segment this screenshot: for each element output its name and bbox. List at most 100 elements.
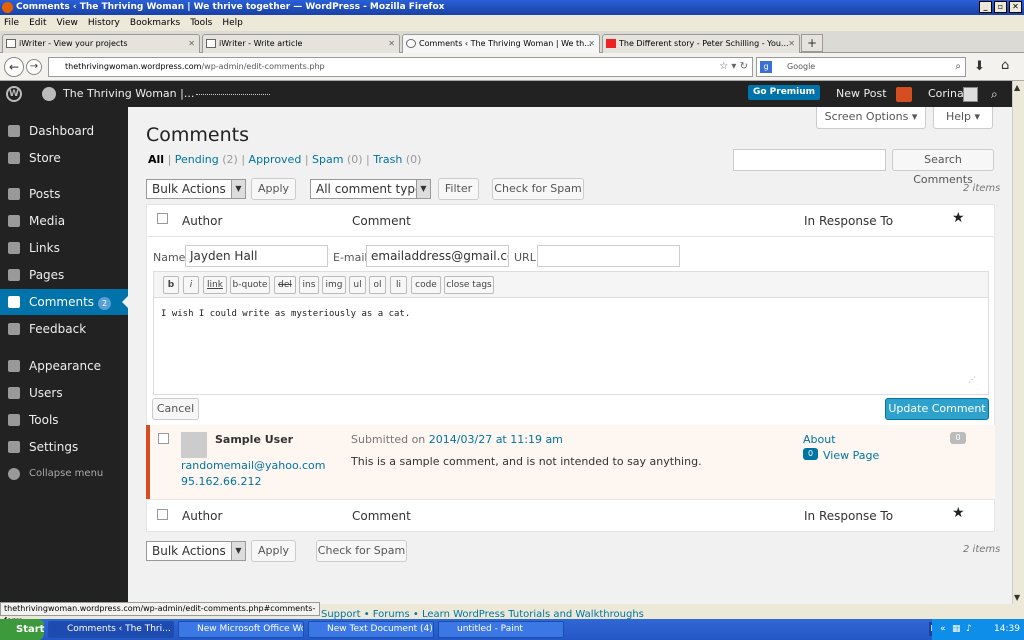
cancel-button[interactable]: Cancel xyxy=(152,398,199,420)
minimize-button[interactable]: _ xyxy=(979,1,992,13)
bulk-actions-select-top[interactable]: Bulk Actions ▼ xyxy=(146,179,246,199)
bulk-actions-select-bottom[interactable]: Bulk Actions ▼ xyxy=(146,541,246,561)
sidebar-item-settings[interactable]: Settings xyxy=(0,434,128,460)
check-spam-button-top[interactable]: Check for Spam xyxy=(492,178,584,200)
sidebar-item-feedback[interactable]: Feedback xyxy=(0,316,128,342)
network-icon[interactable]: ▦ xyxy=(952,619,961,640)
url-bar[interactable]: thethrivingwoman.wordpress.com/wp-admin/… xyxy=(48,57,753,77)
tab-comments[interactable]: Comments ‹ The Thriving Woman | We th...… xyxy=(402,34,600,53)
sidebar-item-media[interactable]: Media xyxy=(0,208,128,234)
volume-icon[interactable]: ♪ xyxy=(966,619,972,640)
download-icon[interactable]: ⬇ xyxy=(974,59,985,74)
comment-type-select[interactable]: All comment types ▼ xyxy=(310,179,431,199)
wordpress-logo-icon[interactable]: W xyxy=(6,86,22,102)
restore-button[interactable]: ▫ xyxy=(994,1,1007,13)
start-button[interactable]: Start xyxy=(0,619,44,640)
select-all-checkbox-footer[interactable] xyxy=(157,509,168,520)
qt-ins-button[interactable]: ins xyxy=(299,276,319,294)
clock[interactable]: 14:39 xyxy=(994,619,1020,640)
filter-trash[interactable]: Trash xyxy=(373,153,402,166)
name-field[interactable]: Jayden Hall xyxy=(185,245,328,267)
forward-button[interactable]: → xyxy=(26,59,42,75)
qt-bold-button[interactable]: b xyxy=(163,276,179,294)
site-name-link[interactable]: The Thriving Woman |... xyxy=(63,81,194,107)
filter-approved[interactable]: Approved xyxy=(249,153,302,166)
sidebar-item-users[interactable]: Users xyxy=(0,380,128,406)
qt-close-tags-button[interactable]: close tags xyxy=(444,276,494,294)
filter-button[interactable]: Filter xyxy=(438,178,479,200)
scroll-down-icon[interactable]: ▼ xyxy=(1014,593,1020,602)
column-author[interactable]: Author xyxy=(182,214,222,228)
qt-bquote-button[interactable]: b-quote xyxy=(230,276,270,294)
help-button[interactable]: Help ▾ xyxy=(933,107,993,129)
menu-history[interactable]: History xyxy=(88,15,120,31)
comment-textarea[interactable]: I wish I could write as mysteriously as … xyxy=(161,309,410,319)
sidebar-item-links[interactable]: Links xyxy=(0,235,128,261)
column-author-footer[interactable]: Author xyxy=(182,509,222,523)
page-scrollbar[interactable]: ▲ ▼ xyxy=(1012,81,1024,604)
search-icon[interactable]: ⌕ xyxy=(991,81,998,107)
comment-author-email[interactable]: randomemail@yahoo.com xyxy=(181,459,325,472)
new-post-link[interactable]: New Post xyxy=(836,81,887,107)
response-post-link[interactable]: About xyxy=(803,433,836,446)
new-tab-button[interactable]: + xyxy=(801,34,823,52)
taskbar-item-notepad[interactable]: New Text Document (4).... xyxy=(308,621,434,638)
select-all-checkbox[interactable] xyxy=(157,213,168,224)
taskbar-item-firefox[interactable]: Comments ‹ The Thri... xyxy=(48,621,174,638)
row-checkbox[interactable] xyxy=(158,433,169,444)
sidebar-item-posts[interactable]: Posts xyxy=(0,181,128,207)
qt-code-button[interactable]: code xyxy=(411,276,441,294)
go-premium-button[interactable]: Go Premium xyxy=(748,85,820,100)
view-page-link[interactable]: View Page xyxy=(823,449,879,462)
search-comments-input[interactable] xyxy=(733,149,886,171)
taskbar-item-paint[interactable]: untitled - Paint xyxy=(438,621,564,638)
user-avatar[interactable] xyxy=(963,87,978,102)
filter-spam[interactable]: Spam xyxy=(312,153,343,166)
filter-pending[interactable]: Pending xyxy=(175,153,219,166)
sidebar-item-store[interactable]: Store xyxy=(0,145,128,171)
search-icon[interactable]: ⌕ xyxy=(955,58,961,76)
sidebar-item-pages[interactable]: Pages xyxy=(0,262,128,288)
tab-iwriter-write[interactable]: iWriter - Write article ✕ xyxy=(202,34,400,53)
comment-author-ip[interactable]: 95.162.66.212 xyxy=(181,475,261,488)
comment-date-link[interactable]: 2014/03/27 at 11:19 am xyxy=(429,433,563,446)
qt-ol-button[interactable]: ol xyxy=(369,276,386,294)
resize-handle-icon[interactable]: ⋰ xyxy=(968,375,976,384)
close-tab-icon[interactable]: ✕ xyxy=(788,35,795,52)
close-window-button[interactable]: ✕ xyxy=(1009,1,1022,13)
sidebar-item-tools[interactable]: Tools xyxy=(0,407,128,433)
scroll-up-icon[interactable]: ▲ xyxy=(1014,83,1020,92)
menu-edit[interactable]: Edit xyxy=(29,15,46,31)
qt-img-button[interactable]: img xyxy=(322,276,346,294)
collapse-menu[interactable]: Collapse menu xyxy=(0,461,128,487)
qt-ul-button[interactable]: ul xyxy=(349,276,366,294)
screen-options-button[interactable]: Screen Options ▾ xyxy=(816,107,926,129)
check-spam-button-bottom[interactable]: Check for Spam xyxy=(316,540,407,562)
menu-bookmarks[interactable]: Bookmarks xyxy=(130,15,180,31)
home-icon[interactable]: ⌂ xyxy=(1001,58,1009,73)
sidebar-item-dashboard[interactable]: Dashboard xyxy=(0,118,128,144)
filter-all[interactable]: All xyxy=(148,153,164,166)
email-field[interactable]: emailaddress@gmail.con xyxy=(366,245,509,267)
menu-file[interactable]: File xyxy=(4,15,19,31)
column-in-response-to-footer[interactable]: In Response To xyxy=(804,509,893,523)
close-tab-icon[interactable]: ✕ xyxy=(188,35,195,52)
tray-arrows-icon[interactable]: « xyxy=(940,619,946,640)
menu-tools[interactable]: Tools xyxy=(190,15,212,31)
user-menu[interactable]: Corina xyxy=(928,81,964,107)
sidebar-item-comments[interactable]: Comments 2 xyxy=(0,289,128,315)
close-tab-icon[interactable]: ✕ xyxy=(388,35,395,52)
back-button[interactable]: ← xyxy=(4,57,24,77)
notifications-icon[interactable] xyxy=(896,87,912,102)
url-field[interactable] xyxy=(537,245,680,267)
tab-youtube[interactable]: The Different story - Peter Schilling - … xyxy=(602,34,800,53)
response-comment-count-badge[interactable]: 0 xyxy=(803,448,818,460)
search-comments-button[interactable]: Search Comments xyxy=(892,149,994,186)
qt-del-button[interactable]: del xyxy=(274,276,296,294)
column-in-response-to[interactable]: In Response To xyxy=(804,214,893,228)
apply-button-top[interactable]: Apply xyxy=(251,178,296,200)
bookmark-star-icon[interactable]: ☆ ▾ ↻ xyxy=(719,58,748,76)
update-comment-button[interactable]: Update Comment xyxy=(885,398,989,420)
taskbar-item-word[interactable]: New Microsoft Office Wo... xyxy=(178,621,304,638)
close-tab-icon[interactable]: ✕ xyxy=(588,35,595,52)
